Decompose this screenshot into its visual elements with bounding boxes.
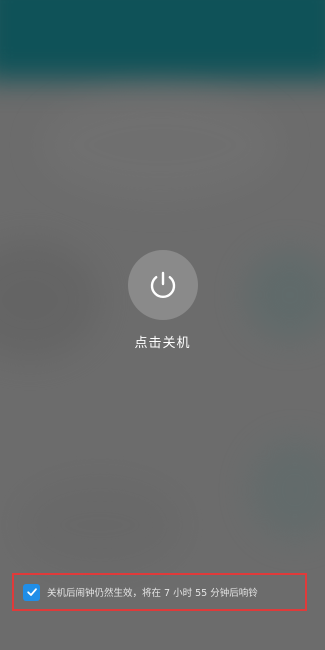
alarm-notice-text: 关机后闹钟仍然生效，将在 7 小时 55 分钟后响铃 [47, 588, 258, 599]
alarm-notice-row: 关机后闹钟仍然生效，将在 7 小时 55 分钟后响铃 [12, 573, 307, 611]
power-icon [150, 271, 175, 299]
power-off-area: 点击关机 [0, 250, 325, 351]
alarm-keep-checkbox[interactable] [23, 583, 40, 601]
power-off-label: 点击关机 [134, 336, 191, 351]
shutdown-screen: 点击关机 关机后闹钟仍然生效，将在 7 小时 55 分钟后响铃 [0, 0, 325, 650]
blurred-background-shape [20, 480, 180, 570]
power-off-button[interactable] [127, 250, 198, 320]
check-icon [26, 588, 37, 596]
blurred-background-header [0, 0, 325, 80]
blurred-background-shape [250, 440, 325, 540]
blurred-background-shape [40, 90, 280, 200]
